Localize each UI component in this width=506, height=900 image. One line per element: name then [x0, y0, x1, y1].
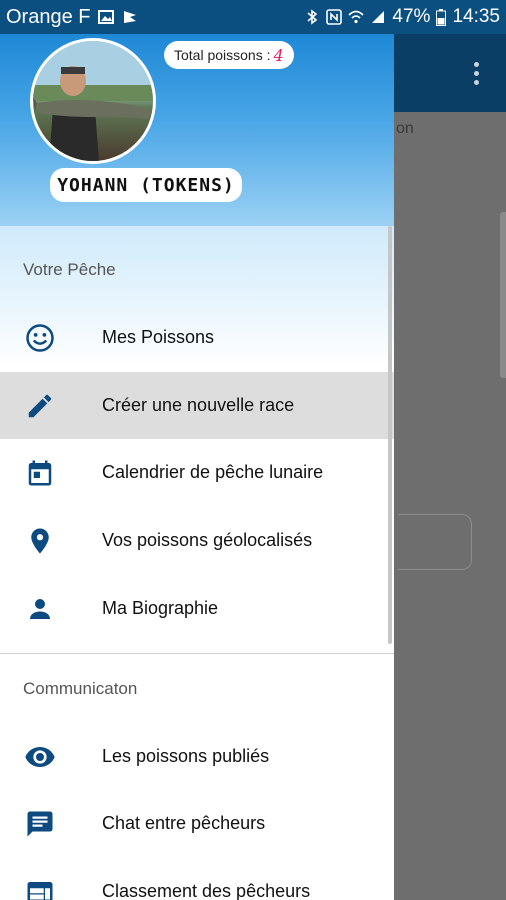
chat-icon [24, 808, 56, 840]
menu-item-biographie[interactable]: Ma Biographie [0, 575, 394, 642]
signal-icon [372, 11, 385, 23]
menu-item-label: Vos poissons géolocalisés [102, 530, 313, 550]
person-icon [24, 593, 56, 625]
section-title-votre-peche: Votre Pêche [23, 260, 116, 279]
bluetooth-icon [307, 9, 318, 25]
username-label: YOHANN (TOKENS) [50, 168, 242, 202]
battery-icon [436, 8, 447, 26]
wifi-icon [348, 10, 364, 24]
background-card [500, 212, 506, 378]
menu-item-creer-race[interactable]: Créer une nouvelle race [0, 372, 394, 439]
menu-item-geolocalises[interactable]: Vos poissons géolocalisés [0, 507, 394, 574]
status-bar: Orange F 47% 14:35 [0, 0, 506, 34]
total-fish-count: 4 [273, 45, 284, 65]
pencil-icon [24, 390, 56, 422]
section-title-communication: Communicaton [23, 679, 138, 698]
background-input [398, 514, 472, 570]
battery-percent: 47% [392, 6, 431, 27]
carrier-label: Orange F [6, 5, 91, 28]
background-app-bar [394, 34, 506, 112]
menu-item-label: Calendrier de pêche lunaire [102, 462, 324, 482]
menu-item-calendrier[interactable]: Calendrier de pêche lunaire [0, 439, 394, 506]
clock: 14:35 [452, 6, 500, 27]
menu-item-mes-poissons[interactable]: Mes Poissons [0, 304, 394, 371]
menu-item-classement[interactable]: Classement des pêcheurs [0, 858, 394, 900]
menu-item-label: Classement des pêcheurs [102, 881, 311, 900]
nfc-icon [326, 9, 343, 25]
total-fish-label: Total poissons : [174, 47, 271, 63]
avatar-photo [33, 41, 153, 161]
flag-icon [124, 11, 137, 23]
eye-icon [24, 741, 56, 773]
background-app: on [394, 34, 506, 900]
calendar-icon [24, 457, 56, 489]
overflow-menu-icon [474, 62, 480, 89]
menu-item-label: Créer une nouvelle race [102, 395, 295, 415]
smiley-icon [24, 322, 56, 354]
section-divider [0, 653, 394, 654]
menu-item-poissons-publies[interactable]: Les poissons publiés [0, 723, 394, 790]
navigation-drawer: Total poissons : 4 YOHANN (TOKENS) Votre… [0, 34, 394, 900]
menu-item-chat[interactable]: Chat entre pêcheurs [0, 790, 394, 857]
menu-item-label: Chat entre pêcheurs [102, 813, 266, 833]
menu-item-label: Les poissons publiés [102, 746, 270, 766]
drawer-scrollbar[interactable] [388, 226, 392, 644]
background-text: on [396, 120, 414, 137]
drawer-header: Total poissons : 4 YOHANN (TOKENS) [0, 34, 394, 226]
menu-item-label: Ma Biographie [102, 598, 219, 618]
total-fish-badge: Total poissons : 4 [164, 41, 294, 69]
location-pin-icon [24, 525, 56, 557]
web-panel-icon [24, 876, 56, 900]
menu-item-label: Mes Poissons [102, 327, 215, 347]
gallery-icon [98, 10, 115, 24]
avatar[interactable] [30, 38, 156, 164]
